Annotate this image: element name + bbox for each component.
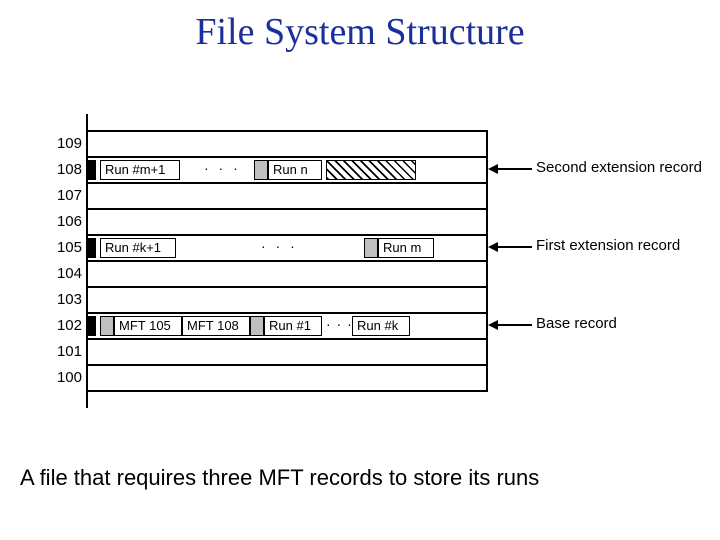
cell-run-1: Run #1 <box>264 316 322 336</box>
table-row: 106 <box>86 208 486 234</box>
cell-run-m1: Run #m+1 <box>100 160 180 180</box>
cell-gray <box>254 160 268 180</box>
cell-mft105: MFT 105 <box>114 316 182 336</box>
table-row: 102 MFT 105 MFT 108 Run #1 · · · Run #k <box>86 312 486 338</box>
row-number: 109 <box>52 135 82 152</box>
table-row: 103 <box>86 286 486 312</box>
cell-gray <box>250 316 264 336</box>
page-title: File System Structure <box>0 0 720 54</box>
record-header-icon <box>88 238 96 258</box>
row-number: 101 <box>52 343 82 360</box>
record-header-icon <box>88 316 96 336</box>
row-number: 103 <box>52 291 82 308</box>
diagram-stage: 109 108 Run #m+1 · · · Run n 107 106 105… <box>30 130 690 420</box>
table-row: 107 <box>86 182 486 208</box>
table-row: 100 <box>86 364 486 390</box>
row-number: 107 <box>52 187 82 204</box>
label-second-ext: Second extension record <box>536 159 702 176</box>
cell-gray <box>100 316 114 336</box>
row-number: 102 <box>52 317 82 334</box>
table-row: 101 <box>86 338 486 364</box>
table-row: 109 <box>86 132 486 156</box>
row-number: 106 <box>52 213 82 230</box>
ellipsis-icon: · · · <box>261 238 298 254</box>
table-row: 108 Run #m+1 · · · Run n <box>86 156 486 182</box>
cell-run-n: Run n <box>268 160 322 180</box>
ellipsis-icon: · · · <box>204 160 241 176</box>
mft-table: 109 108 Run #m+1 · · · Run n 107 106 105… <box>86 130 488 392</box>
cell-run-k: Run #k <box>352 316 410 336</box>
cell-run-m: Run m <box>378 238 434 258</box>
record-header-icon <box>88 160 96 180</box>
row-number: 104 <box>52 265 82 282</box>
row-number: 100 <box>52 369 82 386</box>
cell-run-k1: Run #k+1 <box>100 238 176 258</box>
caption-text: A file that requires three MFT records t… <box>20 465 700 491</box>
cell-gray <box>364 238 378 258</box>
table-row: 105 Run #k+1 · · · Run m <box>86 234 486 260</box>
table-row: 104 <box>86 260 486 286</box>
ellipsis-icon: · · · <box>326 316 353 332</box>
row-number: 108 <box>52 161 82 178</box>
hatch-unused <box>326 160 416 180</box>
label-base: Base record <box>536 315 617 332</box>
cell-mft108: MFT 108 <box>182 316 250 336</box>
row-number: 105 <box>52 239 82 256</box>
label-first-ext: First extension record <box>536 237 680 254</box>
